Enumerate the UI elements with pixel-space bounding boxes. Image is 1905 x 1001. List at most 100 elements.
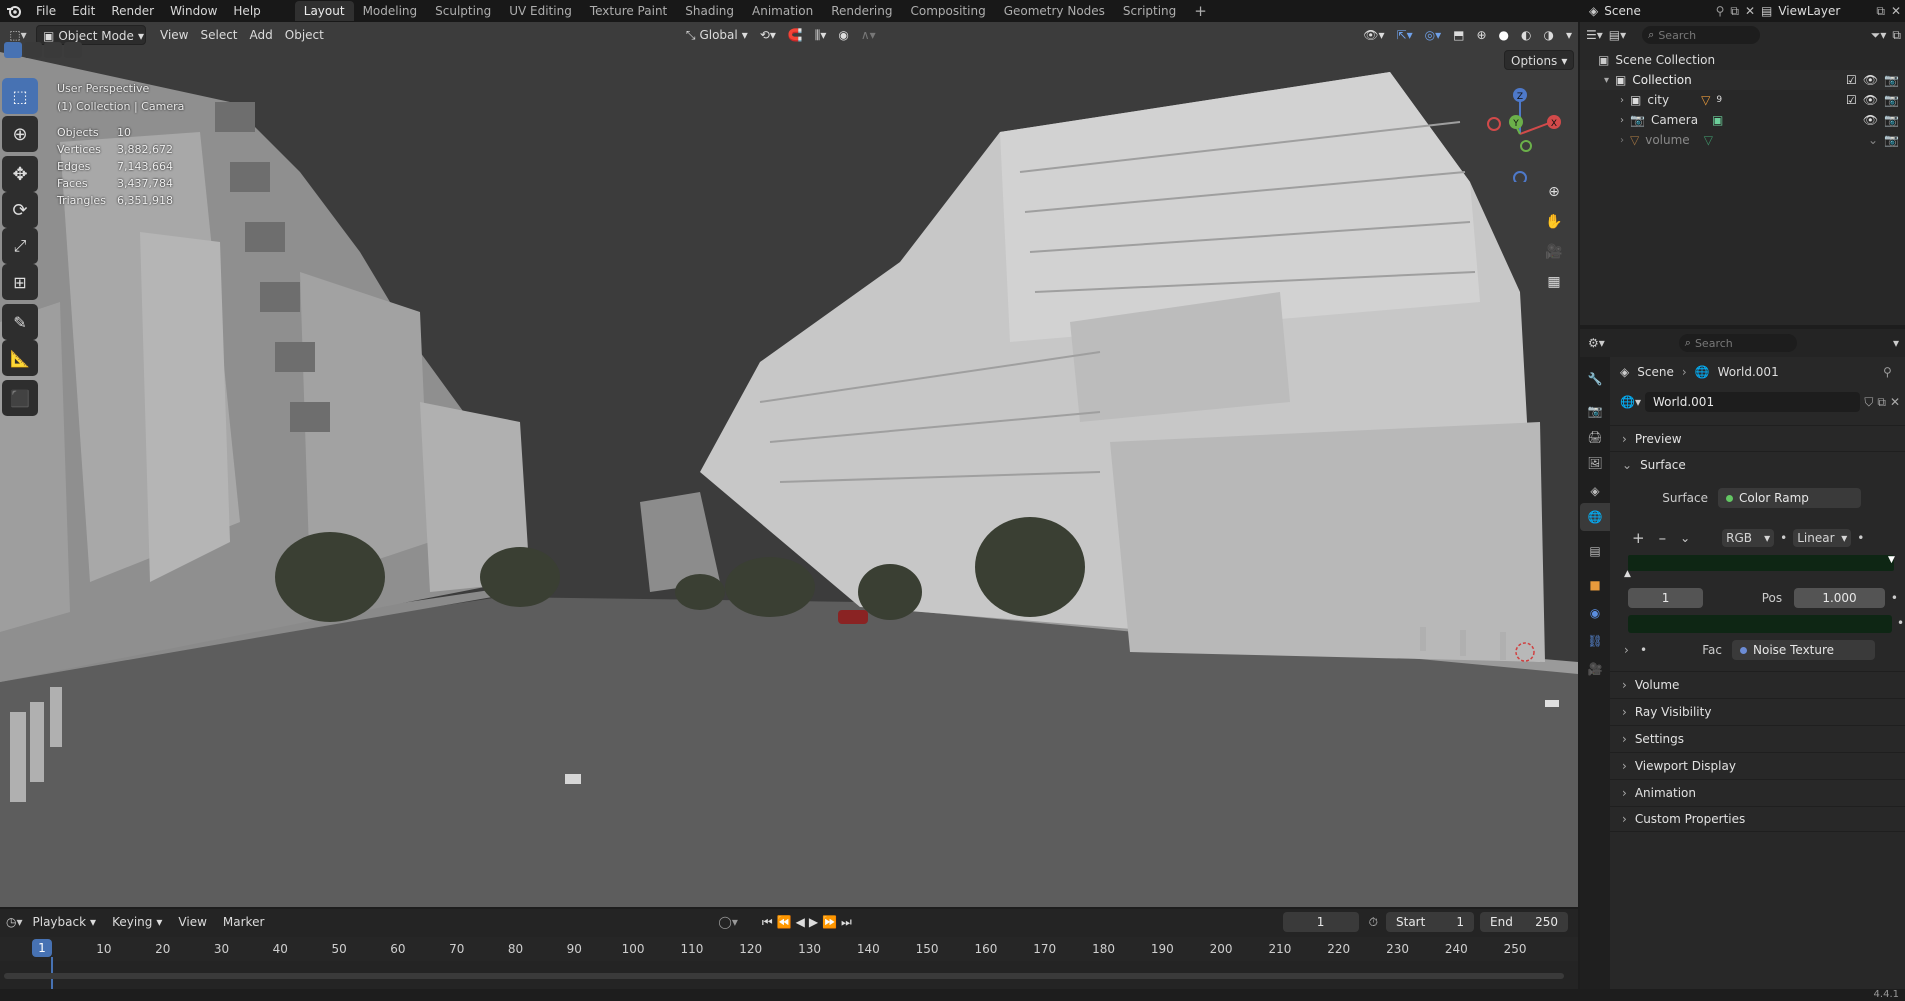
- menu-edit[interactable]: Edit: [64, 0, 103, 22]
- jump-keyframe-back-icon[interactable]: ⏪: [777, 915, 792, 929]
- outliner-row-collection[interactable]: ▾ ▣ Collection ☑ 👁 📷: [1580, 70, 1905, 90]
- pin-icon[interactable]: ⚲: [1716, 4, 1725, 18]
- timeline-scrollbar[interactable]: [4, 973, 1564, 979]
- tab-scene[interactable]: ◈: [1580, 477, 1610, 505]
- menu-view[interactable]: View: [154, 25, 194, 45]
- panel-volume[interactable]: › Volume: [1610, 671, 1905, 697]
- proportional-edit-icon[interactable]: ◉: [832, 25, 854, 45]
- eye-icon[interactable]: 👁: [1863, 113, 1878, 127]
- tab-sculpting[interactable]: Sculpting: [426, 1, 500, 21]
- camera-render-icon[interactable]: 📷: [1884, 93, 1899, 107]
- current-frame-field[interactable]: 1: [1282, 912, 1359, 932]
- tab-compositing[interactable]: Compositing: [901, 1, 994, 21]
- camera-view-icon[interactable]: 🎥: [1540, 238, 1568, 266]
- tab-collection[interactable]: ▤: [1580, 537, 1610, 565]
- shading-material-icon[interactable]: ◐: [1515, 25, 1537, 45]
- tool-add-cube[interactable]: ⬛: [2, 380, 38, 416]
- 3d-viewport[interactable]: ⬚▾ ▣ Object Mode ▾ View Select Add Objec…: [0, 22, 1578, 907]
- camera-render-icon[interactable]: 📷: [1884, 73, 1899, 87]
- world-name-field[interactable]: World.001: [1644, 392, 1861, 412]
- outliner-row-scene-collection[interactable]: ▣ Scene Collection: [1580, 50, 1905, 70]
- menu-object[interactable]: Object: [279, 25, 330, 45]
- tab-scripting[interactable]: Scripting: [1114, 1, 1185, 21]
- surface-shader-field[interactable]: Color Ramp: [1718, 488, 1861, 508]
- timeline-editor-icon[interactable]: ◷▾: [6, 915, 23, 929]
- snap-icon[interactable]: 🧲: [782, 25, 809, 45]
- panel-custom-properties[interactable]: › Custom Properties: [1610, 806, 1905, 832]
- chevron-down-icon[interactable]: ▾: [1560, 25, 1578, 45]
- select-intersect-icon[interactable]: [64, 42, 82, 58]
- outliner-row-city[interactable]: › ▣ city ▽ 9 ☑ 👁 📷: [1580, 90, 1905, 110]
- timeline-view-menu[interactable]: View: [172, 912, 212, 932]
- menu-select[interactable]: Select: [194, 25, 243, 45]
- fac-input-field[interactable]: Noise Texture: [1732, 640, 1875, 660]
- panel-settings[interactable]: › Settings: [1610, 725, 1905, 751]
- panel-ray-visibility[interactable]: › Ray Visibility: [1610, 698, 1905, 724]
- breadcrumb-world[interactable]: World.001: [1718, 365, 1779, 379]
- menu-file[interactable]: File: [28, 0, 64, 22]
- properties-search[interactable]: ⌕ Search: [1678, 334, 1797, 352]
- start-frame-field[interactable]: Start 1: [1386, 912, 1474, 932]
- xray-icon[interactable]: ⬒: [1447, 25, 1470, 45]
- ramp-menu-icon[interactable]: ⌄: [1680, 531, 1690, 545]
- select-box-icon[interactable]: [4, 42, 22, 58]
- tab-geometry-nodes[interactable]: Geometry Nodes: [995, 1, 1114, 21]
- tab-object[interactable]: ■: [1580, 571, 1610, 599]
- ramp-color-mode[interactable]: RGB ▾: [1722, 529, 1775, 547]
- ramp-interpolation[interactable]: Linear ▾: [1793, 529, 1852, 547]
- scene-selector[interactable]: ◈ Scene ⚲ ⧉ ✕: [1585, 1, 1755, 21]
- checkbox-icon[interactable]: ☑: [1846, 73, 1857, 87]
- panel-preview[interactable]: › Preview: [1610, 425, 1905, 451]
- marker-menu[interactable]: Marker: [217, 912, 270, 932]
- jump-start-icon[interactable]: ⏮: [762, 915, 773, 930]
- zoom-icon[interactable]: ⊕: [1540, 178, 1568, 206]
- visibility-icon[interactable]: 👁▾: [1357, 25, 1390, 45]
- ramp-stop-left-icon[interactable]: ▲: [1624, 569, 1631, 579]
- tab-constraints[interactable]: ⛓: [1580, 627, 1610, 655]
- pivot-icon[interactable]: ⟲▾: [754, 25, 782, 45]
- tool-annotate[interactable]: ✎: [2, 304, 38, 340]
- menu-render[interactable]: Render: [103, 0, 162, 22]
- ramp-stop-index[interactable]: 1: [1628, 588, 1704, 608]
- panel-surface[interactable]: ⌄ Surface: [1610, 451, 1905, 477]
- new-collection-icon[interactable]: ⧉: [1892, 28, 1901, 43]
- tab-rendering[interactable]: Rendering: [822, 1, 901, 21]
- snap-target-icon[interactable]: ⫼▾: [809, 25, 833, 45]
- playhead[interactable]: 1: [32, 939, 52, 957]
- delete-viewlayer-icon[interactable]: ✕: [1891, 4, 1901, 18]
- editor-type-icon[interactable]: ⬚▾: [0, 28, 36, 42]
- tab-world[interactable]: 🌐: [1580, 503, 1610, 531]
- filter-icon[interactable]: ⏷▾: [1871, 28, 1887, 43]
- tab-physics[interactable]: ◉: [1580, 599, 1610, 627]
- breadcrumb-scene[interactable]: Scene: [1637, 365, 1674, 379]
- display-mode-icon[interactable]: ▤▾: [1609, 28, 1626, 42]
- tool-move[interactable]: ✥: [2, 156, 38, 192]
- eye-icon[interactable]: 👁: [1863, 93, 1878, 107]
- pan-hand-icon[interactable]: ✋: [1540, 208, 1568, 236]
- outliner-row-camera[interactable]: › 📷 Camera ▣ 👁 📷: [1580, 110, 1905, 130]
- shading-rendered-icon[interactable]: ◑: [1537, 25, 1559, 45]
- chevron-right-icon[interactable]: ›: [1624, 643, 1640, 657]
- play-icon[interactable]: ▶: [809, 915, 818, 929]
- unlink-icon[interactable]: ✕: [1890, 395, 1900, 409]
- jump-keyframe-forward-icon[interactable]: ⏩: [822, 915, 837, 929]
- ramp-pos-field[interactable]: 1.000: [1794, 588, 1885, 608]
- tab-tool[interactable]: 🔧: [1580, 365, 1610, 393]
- tool-rotate[interactable]: ⟳: [2, 192, 38, 228]
- tool-select-box[interactable]: ⬚: [2, 78, 38, 114]
- navigation-gizmo[interactable]: Z X Y: [1476, 82, 1566, 182]
- add-workspace-button[interactable]: +: [1185, 1, 1216, 21]
- delete-scene-icon[interactable]: ✕: [1745, 4, 1755, 18]
- tab-uv-editing[interactable]: UV Editing: [500, 1, 581, 21]
- add-stop-icon[interactable]: +: [1632, 529, 1645, 547]
- eye-icon[interactable]: 👁: [1863, 73, 1878, 87]
- ramp-color-swatch[interactable]: [1628, 615, 1892, 633]
- eye-hidden-icon[interactable]: ⌄: [1868, 133, 1878, 147]
- chevron-down-icon[interactable]: ▾: [1893, 336, 1899, 350]
- new-scene-icon[interactable]: ⧉: [1730, 4, 1739, 19]
- auto-key-icon[interactable]: ◯▾: [718, 915, 737, 929]
- fake-user-icon[interactable]: ⛉: [1864, 395, 1873, 410]
- menu-add[interactable]: Add: [244, 25, 279, 45]
- shading-wireframe-icon[interactable]: ⊕: [1470, 25, 1492, 45]
- stopwatch-icon[interactable]: ⏱: [1369, 915, 1378, 930]
